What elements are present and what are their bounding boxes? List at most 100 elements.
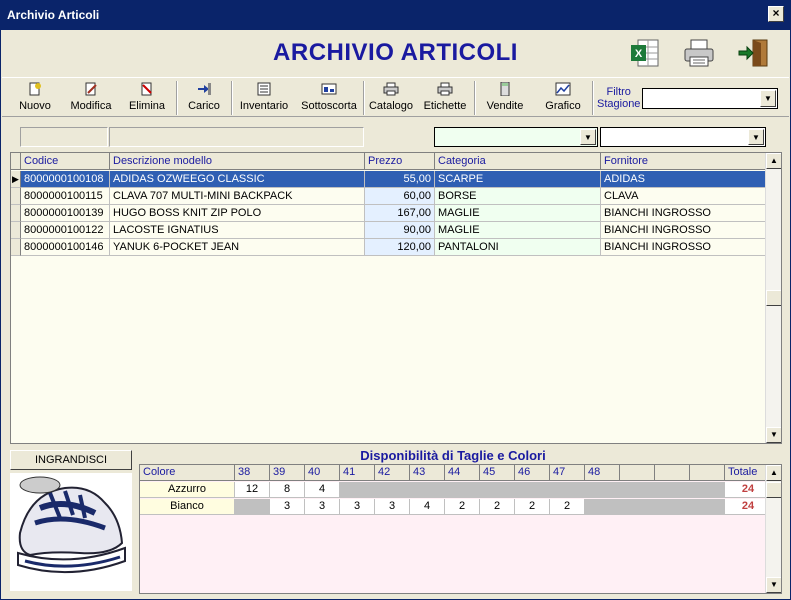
table-cell[interactable]: PANTALONI — [435, 239, 601, 256]
printer-icon[interactable] — [682, 37, 716, 69]
scroll-thumb[interactable] — [766, 482, 781, 498]
column-header-prezzo[interactable]: Prezzo — [365, 153, 435, 170]
quantity-cell[interactable] — [655, 482, 690, 498]
quantity-cell[interactable] — [585, 499, 620, 515]
fornitore-filter-select[interactable]: ▼ — [600, 127, 766, 147]
row-indicator[interactable] — [11, 222, 21, 239]
table-cell[interactable]: 8000000100122 — [21, 222, 110, 239]
table-cell[interactable]: ADIDAS — [601, 171, 767, 188]
quantity-cell[interactable]: 3 — [375, 499, 410, 515]
vendite-button[interactable]: Vendite — [482, 80, 528, 116]
table-cell[interactable]: BIANCHI INGROSSO — [601, 222, 767, 239]
table-cell[interactable]: 120,00 — [365, 239, 435, 256]
quantity-cell[interactable]: 4 — [305, 482, 340, 498]
column-header-codice[interactable]: Codice — [21, 153, 110, 170]
quantity-cell[interactable] — [235, 499, 270, 515]
etichette-button[interactable]: Etichette — [420, 80, 470, 116]
inventario-button[interactable]: Inventario — [236, 80, 292, 116]
table-row[interactable]: 8000000100122 LACOSTE IGNATIUS 90,00 MAGLIE… — [11, 222, 767, 239]
column-header-descrizione[interactable]: Descrizione modello — [110, 153, 365, 170]
quantity-cell[interactable]: 2 — [550, 499, 585, 515]
quantity-cell[interactable]: 2 — [480, 499, 515, 515]
table-cell[interactable]: MAGLIE — [435, 222, 601, 239]
quantity-cell[interactable] — [375, 482, 410, 498]
ingrandisci-button[interactable]: INGRANDISCI — [10, 450, 132, 470]
table-cell[interactable]: 8000000100146 — [21, 239, 110, 256]
quantity-cell[interactable] — [410, 482, 445, 498]
table-cell[interactable]: 8000000100108 — [21, 171, 110, 188]
row-indicator[interactable]: ▶ — [11, 171, 21, 188]
chevron-down-icon[interactable]: ▼ — [748, 129, 764, 145]
quantity-cell[interactable] — [690, 499, 725, 515]
table-cell[interactable]: BIANCHI INGROSSO — [601, 205, 767, 222]
table-cell[interactable]: ADIDAS OZWEEGO CLASSIC — [110, 171, 365, 188]
table-cell[interactable]: MAGLIE — [435, 205, 601, 222]
quantity-cell[interactable] — [620, 482, 655, 498]
table-cell[interactable]: 60,00 — [365, 188, 435, 205]
quantity-cell[interactable]: 8 — [270, 482, 305, 498]
quantity-cell[interactable]: 3 — [305, 499, 340, 515]
scroll-up-icon[interactable]: ▲ — [766, 465, 781, 481]
quantity-cell[interactable] — [550, 482, 585, 498]
quantity-cell[interactable]: 2 — [445, 499, 480, 515]
table-cell[interactable]: BORSE — [435, 188, 601, 205]
quantity-cell[interactable] — [655, 499, 690, 515]
quantity-cell[interactable] — [620, 499, 655, 515]
table-cell[interactable]: 8000000100139 — [21, 205, 110, 222]
categoria-filter-select[interactable]: ▼ — [434, 127, 598, 147]
modifica-button[interactable]: Modifica — [64, 80, 118, 116]
quantity-cell[interactable]: 4 — [410, 499, 445, 515]
sizes-colors-grid[interactable]: Colore 38 39 40 41 42 43 44 45 46 47 48 Totale Azzur… — [139, 464, 782, 594]
sottoscorta-button[interactable]: Sottoscorta — [298, 80, 360, 116]
column-header-categoria[interactable]: Categoria — [435, 153, 601, 170]
codice-filter-input[interactable] — [20, 127, 108, 147]
table-cell[interactable]: BIANCHI INGROSSO — [601, 239, 767, 256]
excel-icon[interactable]: X — [628, 37, 662, 69]
quantity-cell[interactable]: 12 — [235, 482, 270, 498]
table-cell[interactable]: 167,00 — [365, 205, 435, 222]
table-cell[interactable]: HUGO BOSS KNIT ZIP POLO — [110, 205, 365, 222]
quantity-cell[interactable] — [445, 482, 480, 498]
descrizione-filter-input[interactable] — [109, 127, 364, 147]
table-row[interactable]: ▶ 8000000100108 ADIDAS OZWEEGO CLASSIC 55,0… — [11, 171, 767, 188]
exit-door-icon[interactable] — [737, 37, 771, 69]
quantity-cell[interactable] — [690, 482, 725, 498]
quantity-cell[interactable] — [585, 482, 620, 498]
table-cell[interactable]: SCARPE — [435, 171, 601, 188]
scroll-down-icon[interactable]: ▼ — [766, 577, 781, 593]
row-indicator[interactable] — [11, 205, 21, 222]
chevron-down-icon[interactable]: ▼ — [760, 90, 776, 107]
elimina-button[interactable]: Elimina — [122, 80, 172, 116]
quantity-cell[interactable]: 2 — [515, 499, 550, 515]
table-cell[interactable]: CLAVA — [601, 188, 767, 205]
nuovo-button[interactable]: Nuovo — [12, 80, 58, 116]
table-cell[interactable]: 90,00 — [365, 222, 435, 239]
scroll-thumb[interactable] — [766, 290, 781, 306]
row-indicator[interactable] — [11, 188, 21, 205]
table-row[interactable]: 8000000100139 HUGO BOSS KNIT ZIP POLO 167,… — [11, 205, 767, 222]
catalogo-button[interactable]: Catalogo — [368, 80, 414, 116]
table-cell[interactable]: 8000000100115 — [21, 188, 110, 205]
quantity-cell[interactable]: 3 — [270, 499, 305, 515]
quantity-cell[interactable] — [515, 482, 550, 498]
table-cell[interactable]: CLAVA 707 MULTI-MINI BACKPACK — [110, 188, 365, 205]
filtro-stagione-select[interactable]: ▼ — [642, 88, 778, 109]
table-row[interactable]: 8000000100146 YANUK 6-POCKET JEAN 120,00 PA… — [11, 239, 767, 256]
scroll-down-icon[interactable]: ▼ — [766, 427, 781, 443]
carico-button[interactable]: Carico — [182, 80, 226, 116]
quantity-cell[interactable] — [340, 482, 375, 498]
table-cell[interactable]: LACOSTE IGNATIUS — [110, 222, 365, 239]
table-cell[interactable]: YANUK 6-POCKET JEAN — [110, 239, 365, 256]
column-header-fornitore[interactable]: Fornitore — [601, 153, 767, 170]
articles-grid[interactable]: Codice Descrizione modello Prezzo Catego… — [10, 152, 782, 444]
quantity-cell[interactable]: 3 — [340, 499, 375, 515]
grid-scrollbar[interactable]: ▲ ▼ — [765, 153, 781, 443]
chevron-down-icon[interactable]: ▼ — [580, 129, 596, 145]
row-indicator[interactable] — [11, 239, 21, 256]
quantity-cell[interactable] — [480, 482, 515, 498]
table-cell[interactable]: 55,00 — [365, 171, 435, 188]
table-row[interactable]: 8000000100115 CLAVA 707 MULTI-MINI BACKPA… — [11, 188, 767, 205]
close-button[interactable]: × — [768, 6, 784, 22]
sizes-scrollbar[interactable]: ▲ ▼ — [765, 465, 781, 593]
scroll-up-icon[interactable]: ▲ — [766, 153, 781, 169]
